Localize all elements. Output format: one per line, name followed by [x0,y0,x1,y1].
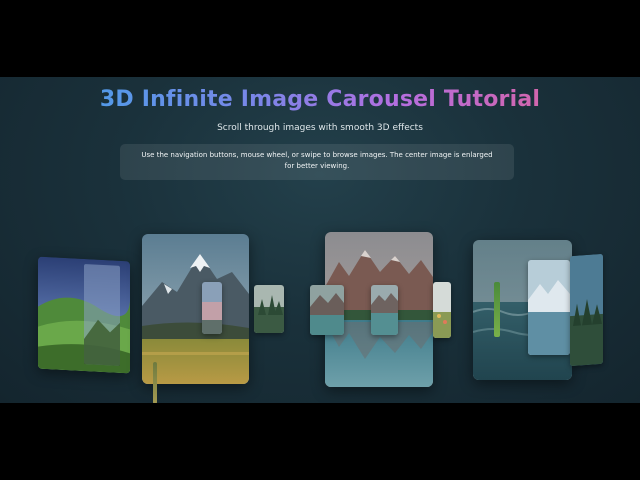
carousel-image-lake-small-right[interactable] [371,285,398,335]
carousel-image-sunset-sliver[interactable] [202,282,222,334]
carousel-stage[interactable]: 3D Infinite Image Carousel Tutorial Scro… [0,77,640,403]
carousel-image-edge-sliver [153,362,157,403]
carousel-image-green-sliver [494,282,500,337]
instructions-text: Use the navigation buttons, mouse wheel,… [141,151,493,170]
page-subtitle: Scroll through images with smooth 3D eff… [217,123,423,133]
carousel-image-hills[interactable] [38,256,130,374]
carousel-image-wildflowers[interactable] [433,282,451,338]
page-title: 3D Infinite Image Carousel Tutorial [0,87,640,112]
carousel-image-forest[interactable] [254,285,284,333]
carousel-image-pine-forest[interactable] [570,253,603,367]
carousel-image-mountain-meadow[interactable] [142,234,249,384]
carousel-image-lake-small-left[interactable] [310,285,344,335]
carousel-image-snowy-lake[interactable] [528,260,570,355]
instructions-box: Use the navigation buttons, mouse wheel,… [120,144,514,180]
